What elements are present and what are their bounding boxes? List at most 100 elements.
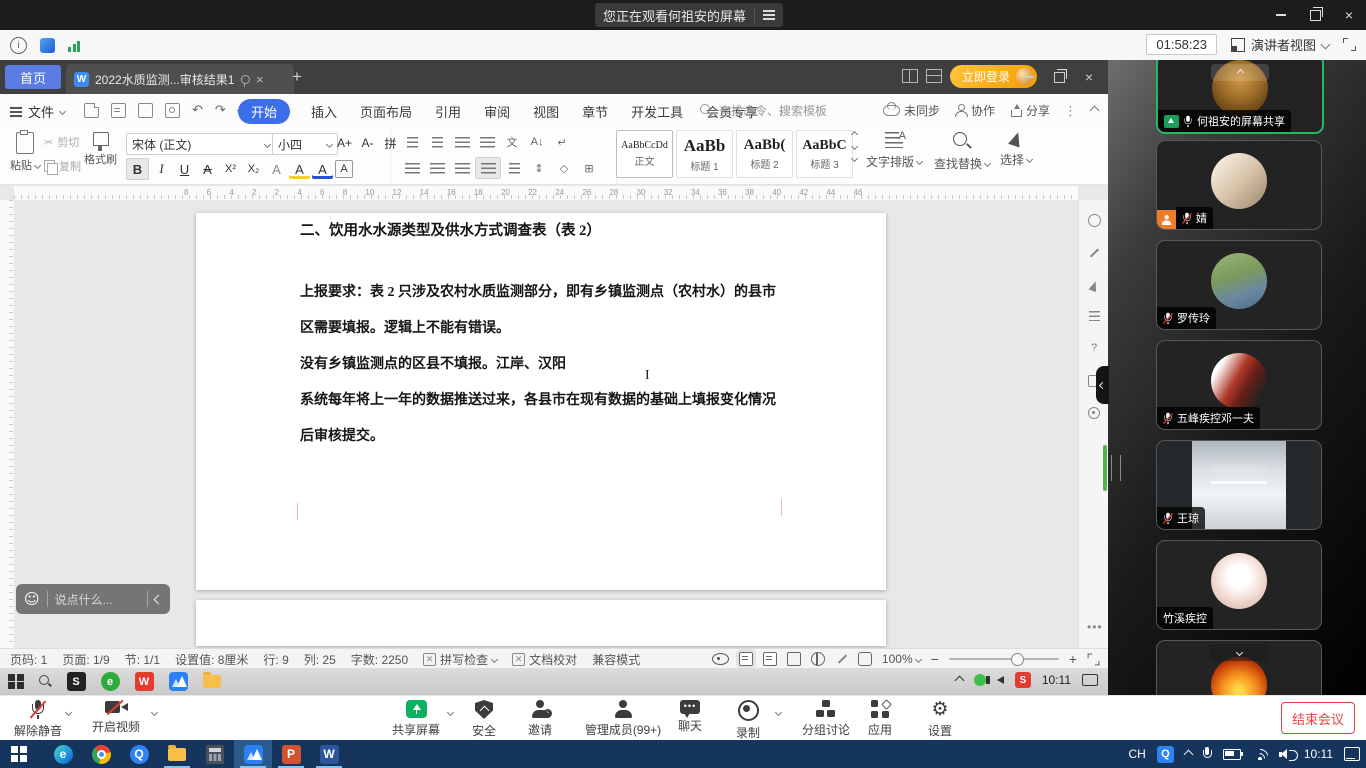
increase-font-icon[interactable]: A+ xyxy=(334,133,355,153)
tray-speaker-icon[interactable] xyxy=(997,676,1004,684)
tab-page-layout[interactable]: 页面布局 xyxy=(358,99,414,124)
scroll-up-button[interactable] xyxy=(1211,64,1269,81)
outline-view-icon[interactable] xyxy=(763,652,777,666)
input-method-icon[interactable]: Q xyxy=(1157,746,1174,763)
read-view-icon[interactable] xyxy=(787,652,801,666)
emoji-icon[interactable]: ☺ xyxy=(24,592,40,607)
start-video-button[interactable]: 开启视频 xyxy=(92,700,140,735)
show-marks-icon[interactable]: ↵ xyxy=(550,132,574,152)
save-icon[interactable] xyxy=(111,103,126,118)
styles-scroll-up-icon[interactable] xyxy=(851,131,858,138)
tray-expand-chevron[interactable] xyxy=(1183,749,1193,759)
scroll-down-button[interactable] xyxy=(1210,644,1268,661)
participant-tile[interactable]: 五峰疾控邓一夫 xyxy=(1156,340,1322,430)
close-button[interactable]: × xyxy=(1332,0,1366,30)
new-doc-icon[interactable] xyxy=(84,103,99,118)
zoom-in-icon[interactable]: + xyxy=(1069,651,1077,667)
shared-search-icon[interactable] xyxy=(39,675,52,688)
participant-tile[interactable]: 婧 xyxy=(1156,140,1322,230)
chat-button[interactable]: ••• 聊天 xyxy=(678,700,702,734)
find-replace-button[interactable]: 查找替换 xyxy=(934,132,990,172)
video-options-chevron[interactable] xyxy=(151,709,158,716)
spell-check-button[interactable]: ✕拼写检查 xyxy=(423,651,497,668)
notification-center-icon[interactable] xyxy=(1344,747,1360,761)
command-search[interactable]: 查找命令、搜索模板 xyxy=(700,102,827,119)
superscript-button[interactable]: X² xyxy=(220,159,241,179)
tab-references[interactable]: 引用 xyxy=(433,99,463,124)
minimize-button[interactable] xyxy=(1264,0,1298,30)
bold-button[interactable]: B xyxy=(126,158,149,180)
distribute-icon[interactable] xyxy=(502,158,526,178)
zoom-slider-knob[interactable] xyxy=(1011,653,1024,666)
battery-icon[interactable] xyxy=(1223,749,1241,760)
tab-view[interactable]: 视图 xyxy=(531,99,561,124)
quick-chat-bubble[interactable]: ☺ 说点什么... xyxy=(16,584,170,614)
numbered-list-icon[interactable] xyxy=(425,132,449,152)
file-menu[interactable]: 文件 xyxy=(10,102,65,121)
asian-layout-icon[interactable]: 文 xyxy=(500,132,524,152)
tab-dev-tools[interactable]: 开发工具 xyxy=(629,99,685,124)
wps-minimize-button[interactable] xyxy=(1014,60,1044,94)
ie-browser-icon[interactable]: e xyxy=(101,672,120,691)
document-page-2[interactable] xyxy=(196,600,886,646)
borders-icon[interactable]: ⊞ xyxy=(577,158,601,178)
taskbar-quark[interactable]: Q xyxy=(120,740,158,768)
side-tool-question-icon[interactable]: ? xyxy=(1087,341,1101,355)
new-tab-button[interactable]: + xyxy=(292,67,302,87)
tray-mic-icon[interactable] xyxy=(1203,747,1212,761)
copy-button[interactable]: 复制 xyxy=(44,158,81,174)
zoom-level-select[interactable]: 100% xyxy=(882,652,921,666)
increase-indent-icon[interactable] xyxy=(475,132,499,152)
end-meeting-button[interactable]: 结束会议 xyxy=(1281,702,1355,734)
text-layout-button[interactable]: 文字排版 xyxy=(866,132,922,170)
share-button[interactable]: 分享 xyxy=(1009,102,1050,119)
network-signal-icon[interactable] xyxy=(68,40,80,52)
wps-app-icon[interactable]: W xyxy=(135,672,154,691)
side-tool-outline-icon[interactable] xyxy=(1089,311,1100,321)
chat-placeholder[interactable]: 说点什么... xyxy=(55,591,140,608)
start-button[interactable] xyxy=(0,740,38,768)
align-left-icon[interactable] xyxy=(400,158,424,178)
font-size-select[interactable]: 小四 xyxy=(272,133,338,155)
record-options-chevron[interactable] xyxy=(775,709,782,716)
text-effects-button[interactable]: A xyxy=(266,159,287,179)
print-icon[interactable] xyxy=(138,103,153,118)
share-options-chevron[interactable] xyxy=(447,709,454,716)
sync-status[interactable]: 未同步 xyxy=(883,102,940,119)
file-explorer-icon[interactable] xyxy=(203,675,221,688)
bullet-list-icon[interactable] xyxy=(400,132,424,152)
horizontal-ruler[interactable]: 8 6 4 2 2 4 6 8 10 12 14 16 18 20 22 24 … xyxy=(14,186,1078,201)
security-button[interactable]: 安全 xyxy=(472,700,496,739)
style-heading3[interactable]: AaBbC 标题 3 xyxy=(796,130,853,178)
clock[interactable]: 10:11 xyxy=(1304,747,1333,761)
sort-icon[interactable]: A↓ xyxy=(525,132,549,152)
participant-tile-partial[interactable] xyxy=(1156,640,1322,695)
wps-document-tab[interactable]: W 2022水质监测...审核结果1209 × xyxy=(66,64,294,94)
subscript-button[interactable]: X₂ xyxy=(243,159,264,179)
side-tool-help-icon[interactable] xyxy=(1088,214,1101,227)
undo-icon[interactable]: ↶ xyxy=(192,102,203,118)
sidebar-drag-handle[interactable] xyxy=(1111,455,1121,481)
taskbar-meeting-active[interactable] xyxy=(234,740,272,768)
wps-close-button[interactable]: × xyxy=(1074,60,1104,94)
mic-options-chevron[interactable] xyxy=(65,709,72,716)
side-more-icon[interactable]: ••• xyxy=(1087,620,1103,634)
style-heading1[interactable]: AaBb 标题 1 xyxy=(676,130,733,178)
align-right-icon[interactable] xyxy=(450,158,474,178)
redo-icon[interactable]: ↷ xyxy=(215,102,226,118)
sidebar-collapse-handle[interactable] xyxy=(1096,366,1109,404)
tray-sogou-icon[interactable]: S xyxy=(1015,672,1031,688)
highlight-color-button[interactable]: A xyxy=(289,159,310,179)
zoom-slider[interactable] xyxy=(949,658,1059,660)
tray-expand-icon[interactable] xyxy=(954,675,964,685)
docs-app-icon[interactable] xyxy=(40,38,55,53)
participant-tile-sharer[interactable]: 何祖安的屏幕共享 xyxy=(1156,60,1324,134)
tab-insert[interactable]: 插入 xyxy=(309,99,339,124)
share-screen-button[interactable]: 共享屏幕 xyxy=(392,700,440,738)
strikethrough-button[interactable]: A xyxy=(197,159,218,179)
paste-button[interactable]: 粘贴 xyxy=(10,132,40,173)
tab-home[interactable]: 开始 xyxy=(238,99,290,124)
fit-page-icon[interactable] xyxy=(858,652,872,666)
shared-start-icon[interactable] xyxy=(8,674,24,690)
participant-tile-video[interactable]: 王琼 xyxy=(1156,440,1322,530)
